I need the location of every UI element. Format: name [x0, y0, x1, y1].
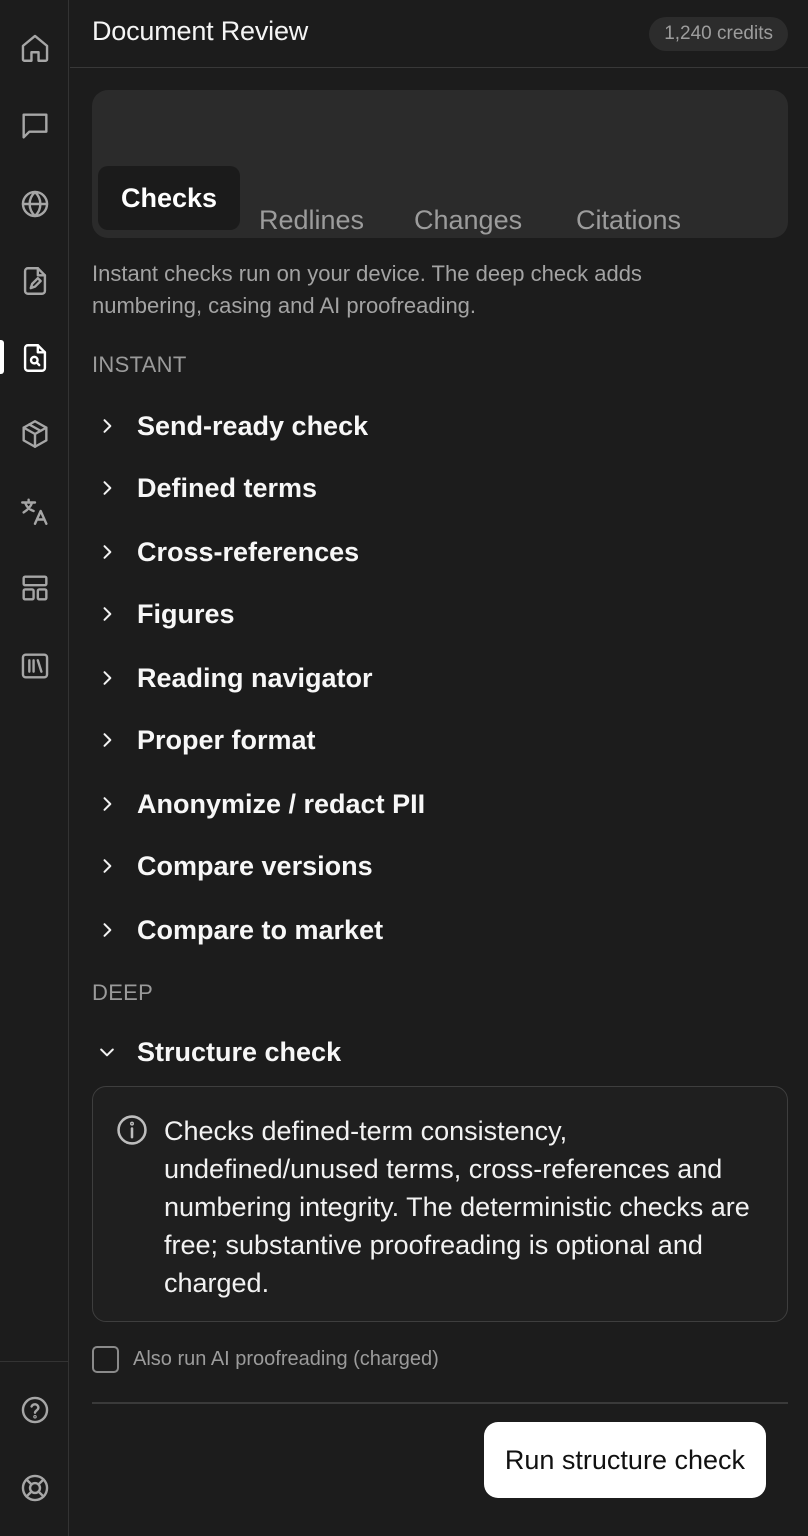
ai-proofreading-label: Also run AI proofreading (charged) [133, 1347, 439, 1370]
help-icon [21, 1396, 49, 1424]
chevron-right-icon [92, 473, 122, 503]
section-instant-label: INSTANT [92, 352, 187, 377]
chevron-right-icon [92, 599, 122, 629]
chevron-down-icon [92, 1037, 122, 1067]
left-rail [0, 0, 69, 1536]
check-item-label: Cross-references [137, 536, 360, 567]
rail-library-button[interactable] [13, 644, 57, 688]
run-structure-check-button[interactable]: Run structure check [483, 1422, 766, 1498]
rail-translate-button[interactable] [13, 489, 57, 533]
check-item-label: Structure check [137, 1036, 342, 1067]
footer-divider [92, 1402, 788, 1404]
intro-text: Instant checks run on your device. The d… [92, 261, 642, 318]
check-item-reading-navigator[interactable]: Reading navigator [92, 656, 782, 700]
check-item-proper-format[interactable]: Proper format [92, 718, 782, 762]
rail-box-button[interactable] [13, 412, 57, 456]
globe-icon [21, 190, 49, 218]
main-panel: Document Review 1,240 credits Review Red… [70, 0, 808, 1536]
home-icon [21, 34, 49, 62]
tab-citations[interactable]: Citations [553, 188, 704, 252]
rail-edit-document-button[interactable] [13, 259, 57, 303]
check-item-label: Figures [137, 598, 235, 629]
check-item-cross-references[interactable]: Cross-references [92, 530, 782, 574]
document-search-icon [23, 344, 47, 372]
rail-divider [0, 1361, 69, 1362]
rail-layout-button[interactable] [13, 566, 57, 610]
edit-document-icon [23, 267, 47, 295]
tab-changes[interactable]: Changes [391, 188, 545, 252]
support-icon [21, 1474, 49, 1502]
check-item-defined-terms[interactable]: Defined terms [92, 466, 782, 510]
info-text: Checks defined-term consistency, undefin… [164, 1116, 750, 1298]
panel-header: Document Review 1,240 credits [70, 0, 808, 68]
translate-icon [21, 498, 48, 525]
ai-proofreading-checkbox[interactable] [92, 1345, 119, 1373]
active-indicator [0, 340, 4, 374]
tab-redlines[interactable]: Redlines [236, 188, 387, 252]
chevron-right-icon [92, 663, 122, 693]
check-item-label: Defined terms [137, 472, 318, 503]
check-item-figures[interactable]: Figures [92, 592, 782, 636]
rail-support-button[interactable] [13, 1466, 57, 1510]
chevron-right-icon [92, 915, 122, 945]
rail-globe-button[interactable] [13, 182, 57, 226]
structure-check-info-box: Checks defined-term consistency, undefin… [92, 1086, 788, 1322]
rail-home-button[interactable] [13, 26, 57, 70]
rail-chat-button[interactable] [13, 104, 57, 148]
chevron-right-icon [92, 851, 122, 881]
chevron-right-icon [92, 537, 122, 567]
page-title: Document Review [92, 16, 309, 46]
check-item-anonymize[interactable]: Anonymize / redact PII [92, 782, 782, 826]
credits-badge: 1,240 credits [649, 17, 788, 51]
tab-checks[interactable]: Checks [98, 166, 241, 230]
ai-proofreading-option[interactable]: Also run AI proofreading (charged) [92, 1344, 439, 1374]
chevron-right-icon [92, 725, 122, 755]
check-item-label: Send-ready check [137, 410, 369, 441]
info-icon [115, 1113, 149, 1147]
check-item-compare-versions[interactable]: Compare versions [92, 844, 782, 888]
check-item-label: Anonymize / redact PII [137, 788, 426, 819]
check-item-send-ready[interactable]: Send-ready check [92, 404, 782, 448]
rail-document-search-button[interactable] [13, 336, 57, 380]
check-item-label: Compare versions [137, 850, 373, 881]
chat-icon [22, 113, 48, 139]
check-item-label: Proper format [137, 724, 316, 755]
rail-help-button[interactable] [13, 1388, 57, 1432]
section-deep-label: DEEP [92, 980, 154, 1005]
layout-icon [22, 575, 48, 601]
box-icon [22, 420, 48, 448]
check-item-label: Compare to market [137, 914, 384, 945]
chevron-right-icon [92, 411, 122, 441]
app-root: Document Review 1,240 credits Review Red… [0, 0, 808, 1536]
library-icon [21, 653, 49, 679]
check-item-structure[interactable]: Structure check [92, 1030, 782, 1074]
chevron-right-icon [92, 789, 122, 819]
tab-bar: Review Redlines Changes Citations Checks [92, 90, 788, 238]
check-item-label: Reading navigator [137, 662, 373, 693]
check-item-compare-market[interactable]: Compare to market [92, 908, 782, 952]
